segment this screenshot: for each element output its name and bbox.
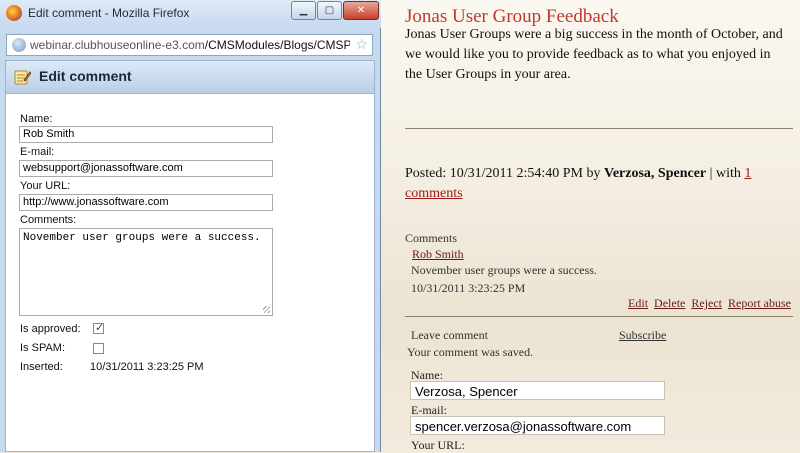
maximize-button[interactable]: ▢ xyxy=(317,1,342,20)
edit-link[interactable]: Edit xyxy=(628,296,648,310)
post-meta: Posted: 10/31/2011 2:54:40 PM by Verzosa… xyxy=(405,164,790,204)
comment-date: 10/31/2011 3:23:25 PM xyxy=(411,281,526,295)
comments-heading: Comments xyxy=(405,231,458,245)
divider xyxy=(405,128,793,129)
email-input[interactable]: websupport@jonassoftware.com xyxy=(19,160,273,177)
leave-comment-label: Leave comment xyxy=(411,328,488,342)
window-title: Edit comment - Mozilla Firefox xyxy=(28,6,190,20)
edit-note-icon xyxy=(14,70,31,85)
comments-label: Comments: xyxy=(20,214,77,226)
edit-comment-window: Edit comment - Mozilla Firefox ▁ ▢ ✕ web… xyxy=(0,0,381,452)
url-scheme-host: webinar.clubhouseonline-e3.com xyxy=(30,38,205,52)
close-button[interactable]: ✕ xyxy=(343,1,379,20)
email-input[interactable]: spencer.verzosa@jonassoftware.com xyxy=(410,416,665,435)
posted-date: Posted: 10/31/2011 2:54:40 PM by xyxy=(405,166,601,181)
edit-comment-dialog: Edit comment Name: Rob Smith E-mail: web… xyxy=(5,60,375,452)
posted-author: Verzosa, Spencer xyxy=(604,166,707,181)
delete-link[interactable]: Delete xyxy=(654,296,685,310)
comment-author-link[interactable]: Rob Smith xyxy=(412,247,464,262)
saved-message: Your comment was saved. xyxy=(407,345,534,359)
minimize-button[interactable]: ▁ xyxy=(291,1,316,20)
divider xyxy=(405,316,793,317)
post-body: Jonas User Groups were a big success in … xyxy=(405,27,783,82)
url-input[interactable]: http://www.jonassoftware.com xyxy=(19,194,273,211)
globe-icon xyxy=(12,38,26,52)
comment-text: November user groups were a success. xyxy=(411,263,597,277)
url-label: Your URL: xyxy=(20,180,71,192)
url-path: /CMSModules/Blogs/CMSPages/C xyxy=(204,38,350,52)
posted-sep: | with xyxy=(709,166,741,181)
comments-textarea[interactable]: November user groups were a success. xyxy=(19,228,273,316)
dialog-header: Edit comment xyxy=(6,61,374,94)
spam-label: Is SPAM: xyxy=(20,342,66,354)
reject-link[interactable]: Reject xyxy=(691,296,722,310)
inserted-value: 10/31/2011 3:23:25 PM xyxy=(90,361,204,373)
approved-checkbox[interactable]: ✓ xyxy=(93,321,105,334)
window-titlebar[interactable]: Edit comment - Mozilla Firefox ▁ ▢ ✕ xyxy=(0,0,381,28)
url-label: Your URL: xyxy=(411,438,465,452)
comment-actions: Edit Delete Reject Report abuse xyxy=(625,296,791,311)
subscribe-link[interactable]: Subscribe xyxy=(619,328,666,343)
dialog-title: Edit comment xyxy=(39,68,132,84)
approved-label: Is approved: xyxy=(20,323,81,335)
address-bar[interactable]: webinar.clubhouseonline-e3.com/CMSModule… xyxy=(6,34,373,56)
comments-text: November user groups were a success. xyxy=(23,232,261,244)
checkmark-icon: ✓ xyxy=(95,321,105,334)
firefox-icon xyxy=(6,5,22,21)
report-abuse-link[interactable]: Report abuse xyxy=(728,296,791,310)
name-input[interactable]: Verzosa, Spencer xyxy=(410,381,665,400)
name-label: Name: xyxy=(20,113,53,125)
email-label: E-mail: xyxy=(20,146,55,158)
resize-grip-icon[interactable] xyxy=(263,306,270,313)
bookmark-star-icon[interactable]: ☆ xyxy=(355,35,368,55)
spam-checkbox[interactable]: ✓ xyxy=(93,343,104,354)
inserted-label: Inserted: xyxy=(20,361,63,373)
address-url: webinar.clubhouseonline-e3.com/CMSModule… xyxy=(30,35,350,55)
name-input[interactable]: Rob Smith xyxy=(19,126,273,143)
